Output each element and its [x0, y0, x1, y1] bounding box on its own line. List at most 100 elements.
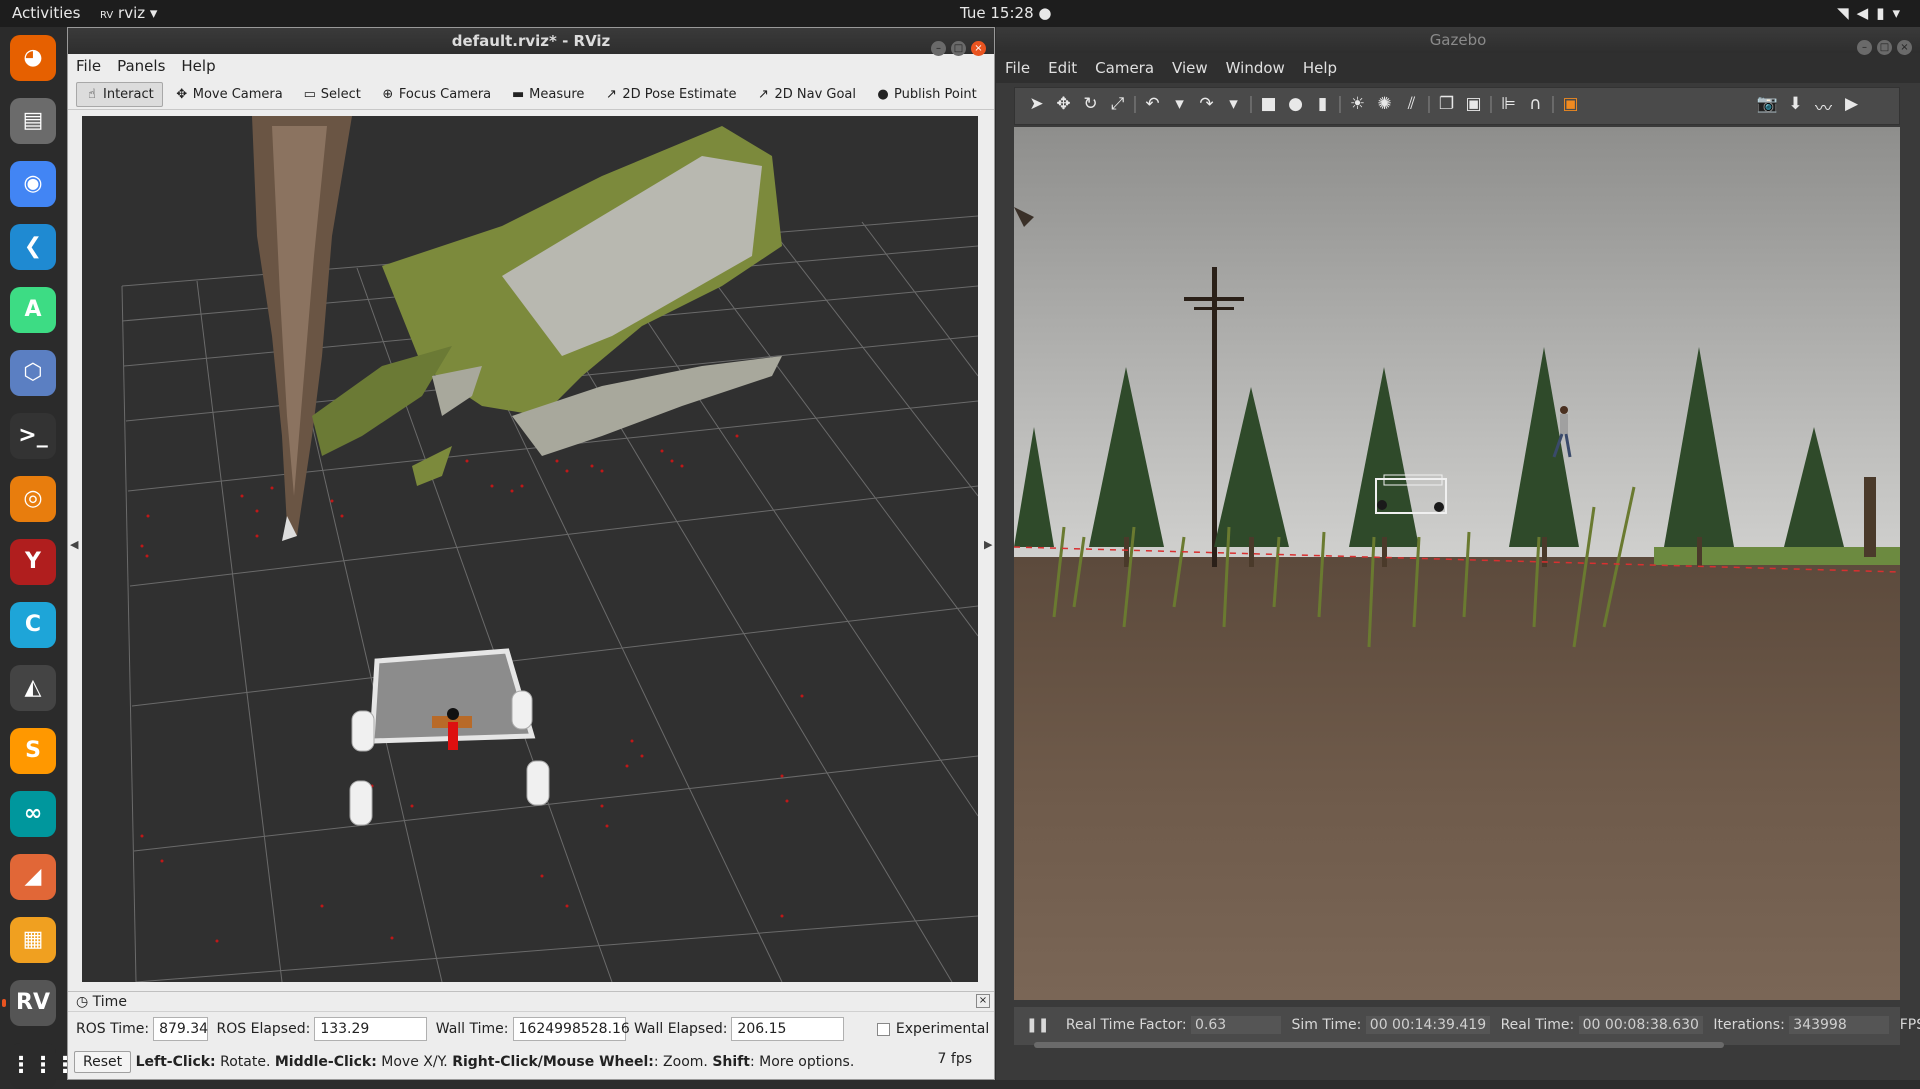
close-button[interactable]: ×	[971, 41, 986, 56]
plot-icon[interactable]: 〰	[1810, 94, 1837, 119]
gz-menu-edit[interactable]: Edit	[1039, 53, 1086, 83]
select-icon: ▭	[303, 87, 316, 102]
maximize-button[interactable]: □	[951, 41, 966, 56]
gazebo-titlebar[interactable]: Gazebo – □ ×	[996, 27, 1920, 55]
tool-focus-camera[interactable]: ⊕ Focus Camera	[373, 83, 499, 106]
running-indicator	[2, 999, 6, 1007]
tool-2d-pose-estimate[interactable]: ↗ 2D Pose Estimate	[596, 83, 744, 106]
system-tray[interactable]: ◥◀▮▾	[1837, 4, 1908, 22]
fps-readout: 7 fps	[937, 1051, 972, 1067]
dock-android-studio-icon[interactable]: A	[10, 287, 56, 333]
dock-files-icon[interactable]: ▤	[10, 98, 56, 144]
time-panel-title: Time	[92, 994, 127, 1010]
box-shape-icon[interactable]: ■	[1255, 94, 1282, 114]
dock-chrome-icon[interactable]: ◉	[10, 161, 56, 207]
tool-label: Interact	[103, 87, 154, 102]
hint-middle-click-key: Middle-Click:	[274, 1054, 377, 1070]
gz-menu-help[interactable]: Help	[1294, 53, 1346, 83]
gazebo-minimize-button[interactable]: –	[1857, 40, 1872, 55]
tool-measure[interactable]: ▬ Measure	[503, 83, 592, 106]
gazebo-3d-view[interactable]	[1014, 127, 1900, 1000]
undo-icon[interactable]: ↶	[1139, 94, 1166, 114]
directional-light-icon[interactable]: ⫽	[1398, 94, 1425, 114]
ros-time-field[interactable]: 879.34	[153, 1017, 209, 1041]
undo-history-icon[interactable]: ▾	[1166, 94, 1193, 114]
system-top-bar: Activities RV rviz ▾ Tue 15:28 ● ◥◀▮▾	[0, 0, 1920, 27]
tool-move-camera[interactable]: ✥ Move Camera	[167, 83, 291, 106]
redo-icon[interactable]: ↷	[1193, 94, 1220, 114]
rviz-3d-view[interactable]	[82, 116, 978, 982]
right-panel-toggle-icon[interactable]: ▶	[984, 538, 992, 551]
redo-history-icon[interactable]: ▾	[1220, 94, 1247, 114]
arduino-glyph: ∞	[23, 801, 43, 826]
rtf-label: Real Time Factor:	[1065, 1017, 1187, 1033]
change-view-icon[interactable]: ▣	[1557, 94, 1584, 114]
vscode-glyph: ❮	[23, 234, 43, 259]
paste-icon[interactable]: ▣	[1460, 94, 1487, 114]
cylinder-shape-icon[interactable]: ▮	[1309, 94, 1336, 114]
pause-icon[interactable]: ❚❚	[1026, 1017, 1049, 1033]
app-menu[interactable]: RV rviz ▾	[100, 4, 157, 22]
sphere-shape-icon[interactable]: ●	[1282, 94, 1309, 114]
rotate-mode-icon[interactable]: ↻	[1077, 94, 1104, 114]
menu-file[interactable]: File	[68, 54, 109, 78]
dock-show-applications-icon[interactable]: ⋮⋮⋮	[10, 1043, 76, 1089]
tool-select[interactable]: ▭ Select	[295, 83, 369, 106]
minimize-button[interactable]: –	[931, 41, 946, 56]
video-record-icon[interactable]: ▶	[1838, 94, 1865, 114]
dock-firefox-icon[interactable]: ◕	[10, 35, 56, 81]
gz-menu-view[interactable]: View	[1163, 53, 1217, 83]
dock-blender-icon[interactable]: ◎	[10, 476, 56, 522]
spot-light-icon[interactable]: ✺	[1371, 94, 1398, 114]
screenshot-icon[interactable]: 📷	[1754, 94, 1781, 114]
point-light-icon[interactable]: ☀	[1344, 94, 1371, 114]
translate-mode-icon[interactable]: ✥	[1050, 94, 1077, 114]
time-fields-row: ROS Time: 879.34 ROS Elapsed: 133.29 Wall …	[68, 1012, 994, 1048]
gazebo-close-button[interactable]: ×	[1897, 40, 1912, 55]
tool-label: 2D Nav Goal	[774, 87, 857, 102]
scale-mode-icon[interactable]: ⤢	[1104, 94, 1131, 114]
menu-panels[interactable]: Panels	[109, 54, 173, 78]
tool-publish-point[interactable]: ● Publish Point	[868, 83, 985, 106]
dock-rviz-running-icon[interactable]: RV	[10, 980, 56, 1026]
left-panel-toggle-icon[interactable]: ◀	[70, 538, 78, 551]
sublime-text-glyph: S	[25, 738, 41, 763]
gz-menu-window[interactable]: Window	[1217, 53, 1294, 83]
wall-time-label: Wall Time:	[435, 1021, 509, 1037]
dock-virtualbox-icon[interactable]: ⬡	[10, 350, 56, 396]
clock[interactable]: Tue 15:28 ●	[960, 4, 1051, 22]
dock-coppeliasim-icon[interactable]: Y	[10, 539, 56, 585]
dock-terminal-icon[interactable]: >_	[10, 413, 56, 459]
terminal-glyph: >_	[18, 423, 48, 448]
log-icon[interactable]: ⬇	[1782, 94, 1809, 114]
copy-icon[interactable]: ❐	[1433, 94, 1460, 114]
activities-button[interactable]: Activities	[12, 4, 80, 22]
experimental-checkbox[interactable]	[876, 1022, 890, 1036]
rviz-scene	[82, 116, 978, 982]
align-icon[interactable]: ⊫	[1495, 94, 1522, 114]
gz-menu-file[interactable]: File	[996, 53, 1039, 83]
gazebo-maximize-button[interactable]: □	[1877, 40, 1892, 55]
tool-label: Publish Point	[894, 87, 977, 102]
close-panel-icon[interactable]: ×	[976, 994, 990, 1008]
status-scrollbar[interactable]	[1034, 1042, 1724, 1048]
snap-icon[interactable]: ∩	[1522, 94, 1549, 114]
gz-menu-camera[interactable]: Camera	[1086, 53, 1163, 83]
select-mode-icon[interactable]: ➤	[1023, 94, 1050, 114]
hint-shift-key: Shift	[712, 1054, 750, 1070]
wall-time-field[interactable]: 1624998528.16	[512, 1017, 630, 1041]
tool-2d-nav-goal[interactable]: ↗ 2D Nav Goal	[748, 83, 864, 106]
wall-elapsed-field[interactable]: 206.15	[731, 1017, 845, 1041]
dock-arduino-icon[interactable]: ∞	[10, 791, 56, 837]
dock-vscode-icon[interactable]: ❮	[10, 224, 56, 270]
menu-help[interactable]: Help	[173, 54, 223, 78]
tool-interact[interactable]: ☝ Interact	[76, 82, 163, 107]
dock-clion-icon[interactable]: C	[10, 602, 56, 648]
rviz-titlebar[interactable]: default.rviz* - RViz – □ ×	[68, 28, 994, 56]
dock-install-app-icon[interactable]: ▦	[10, 917, 56, 963]
reset-button[interactable]: Reset	[74, 1051, 132, 1073]
dock-sublime-text-icon[interactable]: S	[10, 728, 56, 774]
ros-elapsed-field[interactable]: 133.29	[314, 1017, 428, 1041]
dock-matlab-icon[interactable]: ◢	[10, 854, 56, 900]
dock-unity-icon[interactable]: ◭	[10, 665, 56, 711]
